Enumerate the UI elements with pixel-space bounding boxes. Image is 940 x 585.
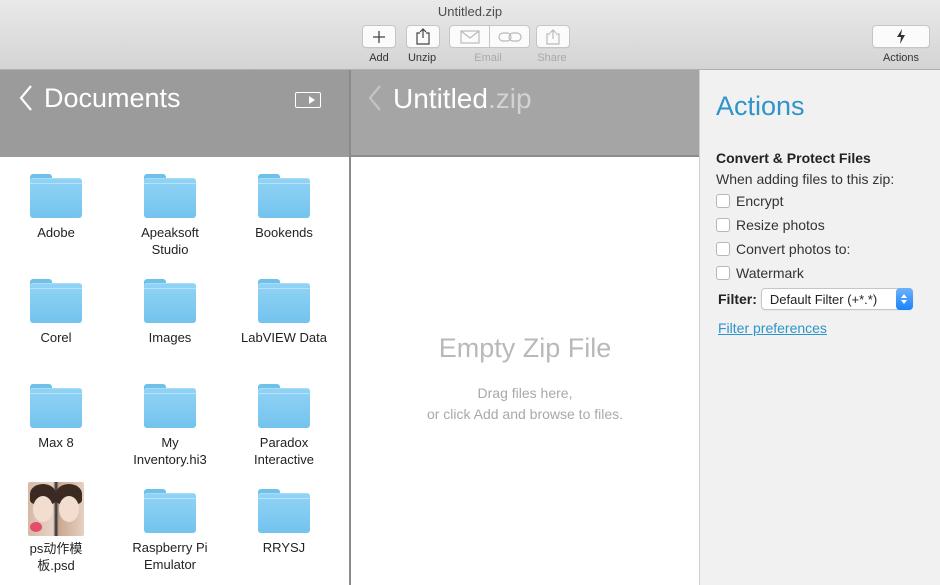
folder-icon bbox=[258, 174, 310, 218]
encrypt-label: Encrypt bbox=[736, 193, 784, 209]
select-arrows-icon bbox=[895, 288, 913, 310]
zip-header: Untitled.zip bbox=[351, 70, 699, 157]
unzip-button[interactable] bbox=[406, 25, 440, 48]
folder-icon bbox=[258, 279, 310, 323]
documents-header: Documents bbox=[0, 70, 349, 157]
convert-photos-option[interactable]: Convert photos to: bbox=[716, 241, 850, 257]
item-label: RRYSJ bbox=[262, 540, 306, 555]
item-label: Adobe bbox=[37, 225, 75, 240]
empty-state-title: Empty Zip File bbox=[438, 333, 612, 363]
convert-photos-checkbox[interactable] bbox=[716, 242, 730, 256]
resize-photos-option[interactable]: Resize photos bbox=[716, 217, 825, 233]
list-item-max-8[interactable]: Max 8 bbox=[0, 384, 113, 451]
empty-hint-line-1: Drag files here, bbox=[477, 385, 573, 401]
item-label: My Inventory.hi3 bbox=[133, 435, 207, 467]
filter-label: Filter: bbox=[718, 291, 757, 307]
folder-icon bbox=[144, 384, 196, 428]
link-button[interactable] bbox=[489, 26, 529, 47]
section-subtitle: When adding files to this zip: bbox=[716, 171, 895, 187]
share-button[interactable] bbox=[536, 25, 570, 48]
share-label: Share bbox=[537, 52, 567, 64]
convert-photos-label: Convert photos to: bbox=[736, 241, 851, 257]
folder-icon bbox=[258, 384, 310, 428]
folder-icon bbox=[144, 174, 196, 218]
item-label: Raspberry Pi Emulator bbox=[132, 540, 208, 572]
watermark-checkbox[interactable] bbox=[716, 266, 730, 280]
actions-title: Actions bbox=[716, 91, 805, 121]
photo-thumbnail bbox=[28, 482, 84, 536]
item-label: Max 8 bbox=[38, 435, 74, 450]
section-title: Convert & Protect Files bbox=[716, 150, 871, 166]
toolbar: Untitled.zip Add Unzip Email Share Actio… bbox=[0, 0, 940, 70]
item-label: Images bbox=[148, 330, 192, 345]
folder-icon bbox=[30, 384, 82, 428]
resize-photos-checkbox[interactable] bbox=[716, 218, 730, 232]
list-item-raspberry-pi-emulator[interactable]: Raspberry Pi Emulator bbox=[113, 489, 227, 573]
actions-button[interactable] bbox=[872, 25, 930, 48]
watermark-label: Watermark bbox=[736, 265, 804, 281]
watermark-option[interactable]: Watermark bbox=[716, 265, 804, 281]
empty-hint-line-2: or click Add and browse to files. bbox=[426, 406, 624, 422]
add-button[interactable] bbox=[362, 25, 396, 48]
documents-title: Documents bbox=[44, 83, 181, 113]
envelope-icon bbox=[459, 29, 480, 44]
filter-preferences-link[interactable]: Filter preferences bbox=[718, 320, 827, 336]
list-item-labview-data[interactable]: LabVIEW Data bbox=[227, 279, 341, 346]
chevron-left-icon bbox=[368, 85, 381, 111]
sidebar-toggle-icon[interactable] bbox=[295, 92, 321, 108]
list-item-rrysj[interactable]: RRYSJ bbox=[227, 489, 341, 556]
list-item-images[interactable]: Images bbox=[113, 279, 227, 346]
chevron-left-icon[interactable] bbox=[18, 84, 34, 112]
list-item-bookends[interactable]: Bookends bbox=[227, 174, 341, 241]
zip-title: Untitled.zip bbox=[393, 83, 532, 115]
email-label: Email bbox=[474, 52, 502, 64]
email-button[interactable] bbox=[450, 26, 489, 47]
list-item-corel[interactable]: Corel bbox=[0, 279, 113, 346]
zip-title-name: Untitled bbox=[393, 83, 488, 114]
app-window: Untitled.zip Add Unzip Email Share Actio… bbox=[0, 0, 940, 585]
item-label: LabVIEW Data bbox=[241, 330, 327, 345]
filter-select[interactable]: Default Filter (+*.*) bbox=[760, 288, 913, 310]
encrypt-checkbox[interactable] bbox=[716, 194, 730, 208]
list-item-ps-template[interactable]: ps动作模板.psd bbox=[0, 482, 113, 574]
folder-icon bbox=[144, 279, 196, 323]
list-item-adobe[interactable]: Adobe bbox=[0, 174, 113, 241]
list-item-my-inventory[interactable]: My Inventory.hi3 bbox=[113, 384, 227, 468]
list-item-paradox-interactive[interactable]: Paradox Interactive bbox=[227, 384, 341, 468]
lightning-icon bbox=[897, 29, 905, 44]
folder-icon bbox=[144, 489, 196, 533]
item-label: Paradox Interactive bbox=[254, 435, 314, 467]
folder-icon bbox=[30, 174, 82, 218]
filter-row: Filter: Default Filter (+*.*) bbox=[718, 288, 913, 310]
actions-pane: Actions Convert & Protect Files When add… bbox=[699, 70, 940, 585]
link-icon bbox=[497, 31, 522, 42]
unzip-icon bbox=[416, 28, 430, 45]
item-label: Bookends bbox=[255, 225, 313, 240]
folder-icon bbox=[30, 279, 82, 323]
email-link-segment[interactable] bbox=[449, 25, 530, 48]
plus-icon bbox=[373, 30, 385, 43]
zip-title-ext: .zip bbox=[487, 83, 532, 114]
encrypt-option[interactable]: Encrypt bbox=[716, 193, 783, 209]
folder-icon bbox=[258, 489, 310, 533]
actions-label: Actions bbox=[882, 52, 920, 64]
documents-pane: Documents Adobe Apeaksoft Studio Bookend… bbox=[0, 70, 349, 585]
item-label: Apeaksoft Studio bbox=[141, 225, 199, 257]
window-title: Untitled.zip bbox=[437, 4, 503, 19]
list-item-apeaksoft-studio[interactable]: Apeaksoft Studio bbox=[113, 174, 227, 258]
filter-select-value: Default Filter (+*.*) bbox=[769, 292, 878, 307]
empty-state-hint: Drag files here, or click Add and browse… bbox=[351, 383, 699, 425]
item-label: ps动作模板.psd bbox=[29, 541, 83, 573]
resize-photos-label: Resize photos bbox=[736, 217, 825, 233]
item-label: Corel bbox=[40, 330, 72, 345]
zip-contents-pane: Untitled.zip Empty Zip File Drag files h… bbox=[351, 70, 699, 585]
share-icon bbox=[546, 28, 560, 45]
unzip-label: Unzip bbox=[407, 52, 437, 64]
